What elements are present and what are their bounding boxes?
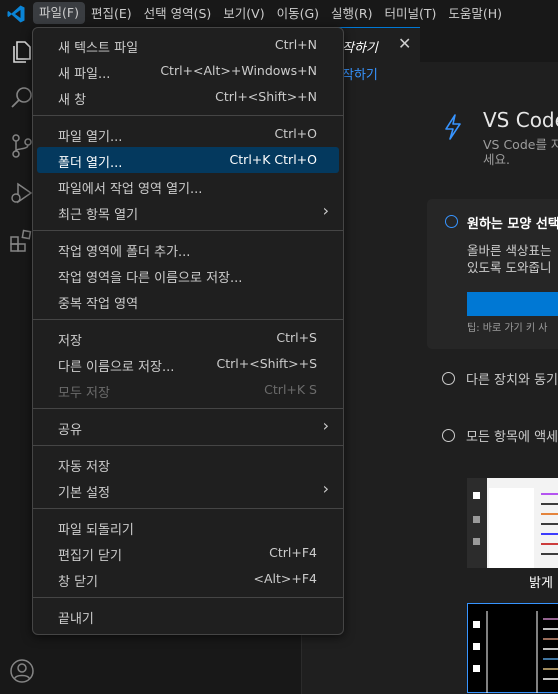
- theme-label: 밝게: [529, 576, 553, 591]
- menu-run[interactable]: 실행(R): [325, 0, 378, 27]
- file-menu-dropdown: 새 텍스트 파일 Ctrl+N 새 파일... Ctrl+<Alt>+Windo…: [32, 27, 344, 635]
- menu-view[interactable]: 보기(V): [217, 0, 270, 27]
- menu-item-new-file[interactable]: 새 파일... Ctrl+<Alt>+Windows+N: [37, 58, 339, 84]
- step-title: 모든 항목에 액세: [466, 430, 558, 445]
- browse-theme-button[interactable]: [467, 292, 558, 316]
- step-title: 다른 장치와 동기: [466, 373, 558, 388]
- step-radio[interactable]: [442, 429, 455, 442]
- menu-separator: [33, 408, 343, 409]
- menu-selection[interactable]: 선택 영역(S): [138, 0, 218, 27]
- chevron-right-icon: ›: [322, 479, 329, 498]
- step-tip: 팁: 바로 가기 키 사: [467, 323, 548, 334]
- step-radio[interactable]: [442, 372, 455, 385]
- menu-item-new-window[interactable]: 새 창 Ctrl+<Shift>+N: [37, 84, 339, 110]
- menu-item-open-workspace-from-file[interactable]: 파일에서 작업 영역 열기...: [37, 173, 339, 199]
- menu-separator: [33, 597, 343, 598]
- menu-item-shortcut: Ctrl+<Shift>+N: [215, 89, 317, 104]
- menu-item-add-folder-to-workspace[interactable]: 작업 영역에 폴더 추가...: [37, 236, 339, 262]
- menu-item-label: 새 텍스트 파일: [58, 41, 139, 56]
- menu-separator: [33, 508, 343, 509]
- breadcrumb[interactable]: 작하기: [342, 64, 378, 83]
- menu-item-save-workspace-as[interactable]: 작업 영역을 다른 이름으로 저장...: [37, 262, 339, 288]
- menu-item-shortcut: Ctrl+S: [276, 330, 317, 345]
- chevron-right-icon: ›: [322, 201, 329, 220]
- menu-item-label: 파일에서 작업 영역 열기...: [58, 182, 203, 197]
- menu-item-shortcut: Ctrl+F4: [269, 545, 317, 560]
- menu-item-label: 자동 저장: [58, 460, 110, 475]
- menu-item-shortcut: Ctrl+N: [274, 37, 317, 52]
- tab-label: 작하기: [342, 41, 378, 56]
- title-bar: 파일(F) 편집(E) 선택 영역(S) 보기(V) 이동(G) 실행(R) 터…: [0, 0, 558, 27]
- menu-item-preferences[interactable]: 기본 설정 ›: [37, 477, 339, 503]
- step-description-line: 있도록 도와줍니: [467, 260, 552, 275]
- menu-item-label: 작업 영역을 다른 이름으로 저장...: [58, 271, 243, 286]
- menu-item-label: 공유: [58, 423, 82, 438]
- menu-item-close-editor[interactable]: 편집기 닫기 Ctrl+F4: [37, 540, 339, 566]
- menu-item-save[interactable]: 저장 Ctrl+S: [37, 325, 339, 351]
- menu-go[interactable]: 이동(G): [271, 0, 325, 27]
- menu-item-revert-file[interactable]: 파일 되돌리기: [37, 514, 339, 540]
- menu-bar: 파일(F) 편집(E) 선택 영역(S) 보기(V) 이동(G) 실행(R) 터…: [33, 0, 508, 27]
- close-icon[interactable]: ✕: [398, 34, 411, 53]
- menu-item-shortcut: Ctrl+<Alt>+Windows+N: [160, 63, 317, 78]
- menu-separator: [33, 115, 343, 116]
- step-description-line: 올바른 색상표는: [467, 243, 552, 258]
- menu-item-label: 새 파일...: [58, 67, 111, 82]
- menu-item-auto-save[interactable]: 자동 저장: [37, 451, 339, 477]
- menu-item-duplicate-workspace[interactable]: 중복 작업 영역: [37, 288, 339, 314]
- menu-file[interactable]: 파일(F): [33, 2, 85, 24]
- account-icon[interactable]: [8, 657, 36, 685]
- chevron-right-icon: ›: [322, 416, 329, 435]
- menu-item-label: 파일 열기...: [58, 130, 123, 145]
- step-description: 올바른 색상표는 있도록 도와줍니: [467, 242, 551, 276]
- menu-item-label: 편집기 닫기: [58, 549, 122, 564]
- menu-item-label: 기본 설정: [58, 486, 110, 501]
- menu-separator: [33, 319, 343, 320]
- menu-item-shortcut: Ctrl+<Shift>+S: [216, 356, 317, 371]
- menu-item-label: 다른 이름으로 저장...: [58, 360, 175, 375]
- menu-item-shortcut: Ctrl+K Ctrl+O: [229, 152, 317, 167]
- menu-item-label: 창 닫기: [58, 575, 99, 590]
- menu-item-exit[interactable]: 끝내기: [37, 603, 339, 629]
- menu-item-shortcut: Ctrl+K S: [264, 382, 317, 397]
- menu-item-new-text-file[interactable]: 새 텍스트 파일 Ctrl+N: [37, 32, 339, 58]
- menu-terminal[interactable]: 터미널(T): [379, 0, 443, 27]
- step-radio[interactable]: [445, 215, 458, 228]
- step-card-theme[interactable]: 원하는 모양 선택 올바른 색상표는 있도록 도와줍니 팁: 바로 가기 키 사: [427, 199, 558, 349]
- menu-separator: [33, 230, 343, 231]
- menu-item-share[interactable]: 공유 ›: [37, 414, 339, 440]
- menu-item-label: 새 창: [58, 93, 87, 108]
- menu-item-label: 작업 영역에 폴더 추가...: [58, 245, 191, 260]
- menu-item-label: 저장: [58, 334, 82, 349]
- menu-item-label: 중복 작업 영역: [58, 297, 139, 312]
- menu-item-label: 폴더 열기...: [58, 156, 123, 171]
- menu-item-label: 모두 저장: [58, 386, 110, 401]
- light-theme-preview[interactable]: [467, 478, 558, 568]
- menu-item-close-window[interactable]: 창 닫기 <Alt>+F4: [37, 566, 339, 592]
- menu-item-shortcut: Ctrl+O: [274, 126, 317, 141]
- lightning-icon: [445, 114, 461, 140]
- dark-theme-preview[interactable]: [467, 603, 558, 693]
- menu-item-open-file[interactable]: 파일 열기... Ctrl+O: [37, 121, 339, 147]
- menu-item-open-recent[interactable]: 최근 항목 열기 ›: [37, 199, 339, 225]
- menu-item-save-as[interactable]: 다른 이름으로 저장... Ctrl+<Shift>+S: [37, 351, 339, 377]
- walkthrough-title: VS Code: [483, 108, 558, 132]
- vscode-logo-icon[interactable]: [6, 4, 26, 24]
- menu-item-open-folder[interactable]: 폴더 열기... Ctrl+K Ctrl+O: [37, 147, 339, 173]
- menu-edit[interactable]: 편집(E): [85, 0, 138, 27]
- step-title: 원하는 모양 선택: [467, 217, 558, 232]
- menu-item-label: 파일 되돌리기: [58, 523, 134, 538]
- menu-item-shortcut: <Alt>+F4: [253, 571, 318, 586]
- menu-item-label: 끝내기: [58, 612, 94, 627]
- walkthrough-subtitle: VS Code를 자 세요.: [483, 137, 558, 167]
- menu-help[interactable]: 도움말(H): [442, 0, 508, 27]
- menu-item-label: 최근 항목 열기: [58, 208, 139, 223]
- menu-separator: [33, 445, 343, 446]
- menu-item-save-all: 모두 저장 Ctrl+K S: [37, 377, 339, 403]
